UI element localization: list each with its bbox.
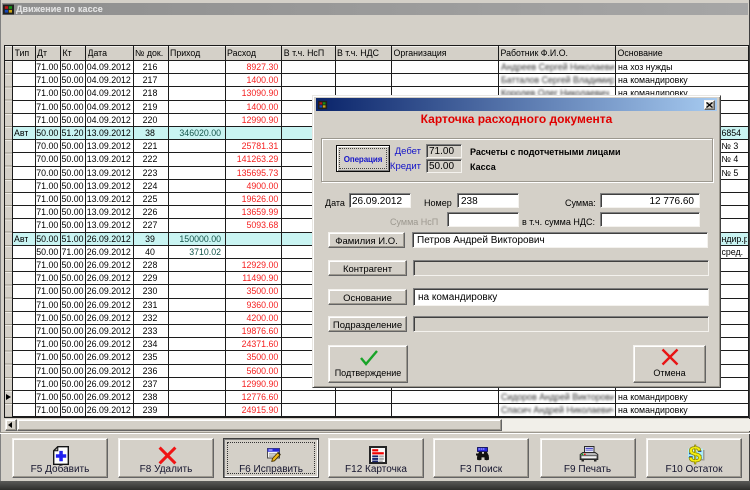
svg-text:$: $	[689, 444, 702, 465]
